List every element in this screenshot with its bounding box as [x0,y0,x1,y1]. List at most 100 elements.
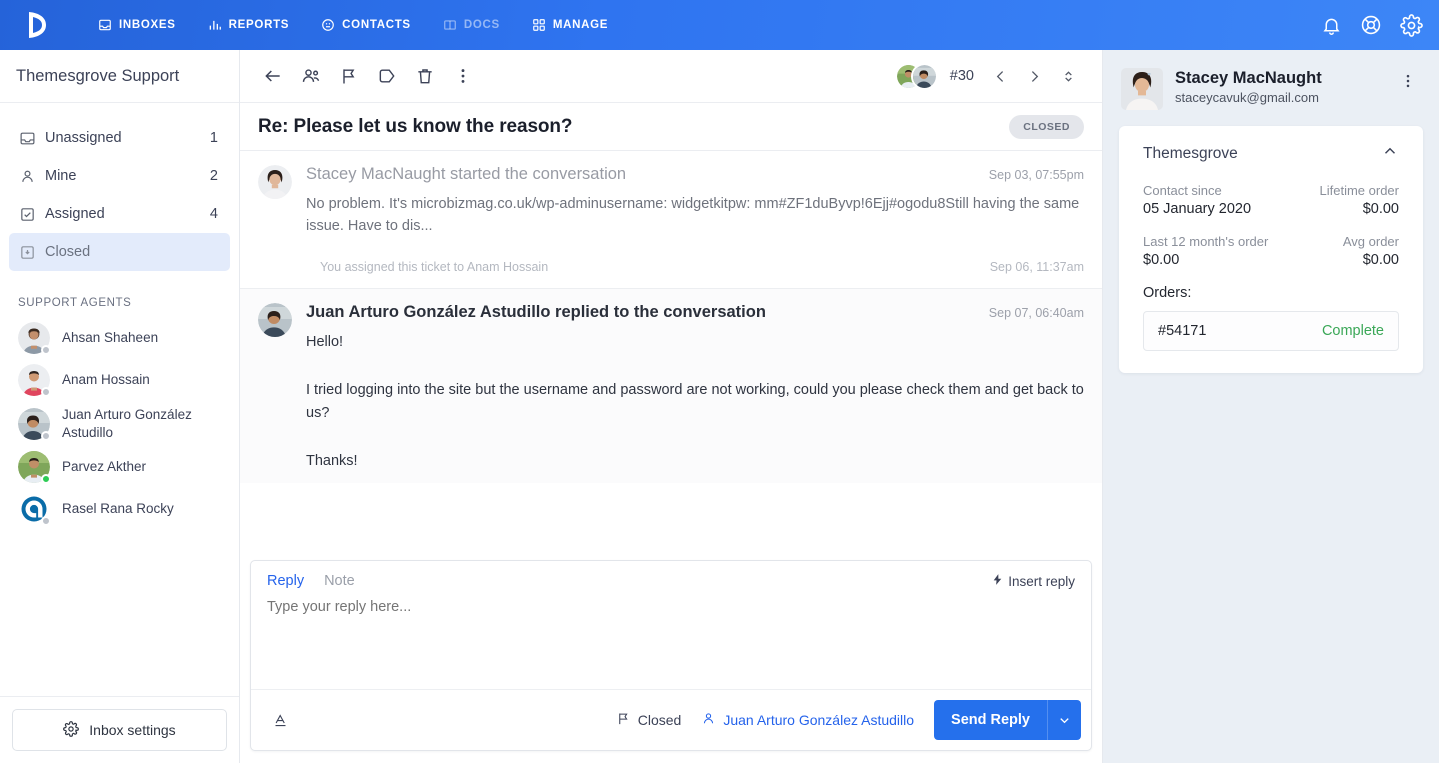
tab-note[interactable]: Note [324,573,355,589]
gear-icon[interactable] [1400,14,1423,37]
status-dot-online [41,474,51,484]
message-text: Hello! I tried logging into the site but… [306,331,1084,473]
send-reply-button[interactable]: Send Reply [934,700,1047,740]
status-dot-offline [41,345,51,355]
contact-meta: Stacey MacNaught staceycavuk@gmail.com [1175,68,1383,105]
reply-composer: Reply Note Insert reply [250,560,1092,751]
message-text: No problem. It's microbizmag.co.uk/wp-ad… [306,193,1084,238]
send-reply-group: Send Reply [934,700,1081,740]
top-nav-items: INBOXES REPORTS CONTACTS [82,12,624,38]
chevron-up-icon[interactable] [1381,142,1399,165]
insert-reply-button[interactable]: Insert reply [991,573,1075,589]
composer-status-selector[interactable]: Closed [616,711,682,729]
order-status: Complete [1322,323,1384,339]
trash-icon[interactable] [408,59,442,93]
helpdesk-logo[interactable] [18,6,56,44]
status-dot-offline [41,516,51,526]
agent-list-item[interactable]: Ahsan Shaheen [0,317,239,359]
customer-stats-grid: Contact since 05 January 2020 Lifetime o… [1143,183,1399,285]
ticket-number: #30 [950,68,974,84]
inbox-settings-label: Inbox settings [89,722,175,738]
card-header-themesgrove[interactable]: Themesgrove [1143,142,1399,183]
stat-label: Lifetime order [1271,183,1399,198]
tag-icon[interactable] [370,59,404,93]
sidebar-item-unassigned[interactable]: Unassigned 1 [9,119,230,157]
message-timestamp: Sep 07, 06:40am [989,306,1084,320]
reply-input[interactable] [251,597,1091,689]
back-arrow-icon[interactable] [256,59,290,93]
nav-label-docs: DOCS [464,19,500,31]
clipboard-check-icon [19,206,41,223]
contact-more-vertical-icon[interactable] [1395,68,1421,94]
stat-label: Contact since [1143,183,1271,198]
inbox-settings-button[interactable]: Inbox settings [12,709,227,751]
support-agents-header: SUPPORT AGENTS [0,297,239,309]
nav-item-docs[interactable]: DOCS [427,12,516,38]
nav-item-manage[interactable]: MANAGE [516,12,624,38]
lightning-bolt-icon [991,573,1004,589]
insert-reply-label: Insert reply [1008,574,1075,589]
chevron-right-icon[interactable] [1018,60,1050,92]
participant-avatars[interactable] [895,63,938,90]
nav-item-contacts[interactable]: CONTACTS [305,12,427,38]
conversation-panel: #30 Re: Please le [240,50,1103,763]
composer-status-label: Closed [638,712,682,728]
agent-list-item[interactable]: Parvez Akther [0,446,239,488]
grid-icon [532,18,546,32]
expand-vertical-icon[interactable] [1052,60,1084,92]
inbox-icon [19,130,41,147]
agent-name: Parvez Akther [62,458,146,476]
sidebar-scroll-area: Unassigned 1 Mine 2 Assigned [0,103,239,696]
order-row[interactable]: #54171 Complete [1143,311,1399,351]
tab-reply[interactable]: Reply [267,573,304,589]
message-item: Stacey MacNaught started the conversatio… [240,151,1102,288]
message-header: Juan Arturo González Astudillo replied t… [258,303,1084,473]
conversation-toolbar: #30 [240,50,1102,103]
sidebar-item-assigned[interactable]: Assigned 4 [9,195,230,233]
nav-label-reports: REPORTS [229,19,290,31]
gear-icon [63,721,79,740]
composer-tabs: Reply Note Insert reply [251,561,1091,597]
app-shell: Themesgrove Support Unassigned 1 Mine [0,50,1439,763]
sidebar-count-mine: 2 [210,168,220,184]
status-badge: CLOSED [1009,115,1084,139]
message-paragraph: I tried logging into the site but the us… [306,379,1084,424]
composer-footer-right: Closed Juan Arturo González Astudillo [616,700,1081,740]
avatar [18,408,50,440]
stat-contact-since: Contact since 05 January 2020 [1143,183,1271,217]
person-icon [701,711,716,729]
stat-value: 05 January 2020 [1143,201,1271,217]
agent-list-item[interactable]: Rasel Rana Rocky [0,488,239,530]
reply-composer-area: Reply Note Insert reply [240,560,1102,763]
composer-assignee-selector[interactable]: Juan Arturo González Astudillo [701,711,914,729]
sidebar-label-unassigned: Unassigned [41,130,210,146]
sidebar-footer: Inbox settings [0,696,239,763]
more-vertical-icon[interactable] [446,59,480,93]
nav-item-inboxes[interactable]: INBOXES [82,12,192,38]
toolbar-actions [256,59,480,93]
agent-name: Ahsan Shaheen [62,329,158,347]
nav-label-manage: MANAGE [553,19,608,31]
send-options-chevron-down-icon[interactable] [1047,700,1081,740]
page-title: Re: Please let us know the reason? [258,116,572,138]
message-paragraph: Hello! [306,331,1084,353]
bell-icon[interactable] [1321,15,1342,36]
status-dot-offline [41,431,51,441]
text-format-icon[interactable] [267,707,293,733]
sidebar-item-mine[interactable]: Mine 2 [9,157,230,195]
agent-list-item[interactable]: Anam Hossain [0,359,239,401]
nav-item-reports[interactable]: REPORTS [192,12,306,38]
assign-user-icon[interactable] [294,59,328,93]
sidebar-item-closed[interactable]: Closed [9,233,230,271]
message-item: Juan Arturo González Astudillo replied t… [240,288,1102,483]
flag-icon[interactable] [332,59,366,93]
lifebuoy-icon[interactable] [1360,14,1382,36]
chevron-left-icon[interactable] [984,60,1016,92]
composer-footer: Closed Juan Arturo González Astudillo [251,689,1091,750]
top-navigation-bar: INBOXES REPORTS CONTACTS [0,0,1439,50]
participant-avatar-2 [911,63,938,90]
agent-list-item[interactable]: Juan Arturo González Astudillo [0,401,239,446]
top-nav-right-actions [1321,0,1423,50]
toolbar-right: #30 [895,60,1084,92]
contact-details-panel: Stacey MacNaught staceycavuk@gmail.com T… [1103,50,1439,763]
